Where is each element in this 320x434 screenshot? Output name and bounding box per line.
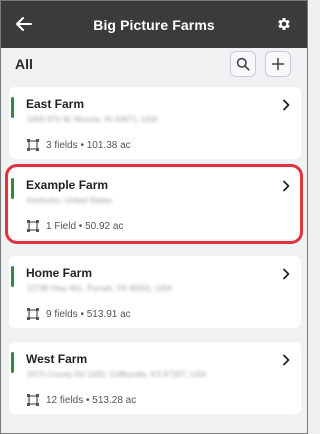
plus-icon <box>271 57 285 71</box>
farm-meta: 12 fields • 513.28 ac <box>26 393 136 407</box>
list-toolbar: All <box>1 48 307 84</box>
farm-card[interactable]: East Farm 1900 870 W, Muncie, IN 43971, … <box>9 87 301 159</box>
farm-card[interactable]: Example Farm Kentucky, United States 1 F… <box>9 168 301 239</box>
arrow-left-icon <box>16 17 32 31</box>
farm-address: 2470 County Rd 1000, Coffeyville, KS 673… <box>27 370 207 379</box>
farm-name: East Farm <box>26 97 85 111</box>
farm-name: Home Farm <box>26 266 93 280</box>
field-boundary-icon <box>27 220 39 232</box>
farm-address: 12790 Hwy 401, Purcell, TN 38201, USA <box>27 284 172 293</box>
farm-meta: 1 Field • 50.92 ac <box>26 219 123 233</box>
search-button[interactable] <box>230 51 256 77</box>
search-icon <box>236 57 250 71</box>
app-frame: Big Picture Farms All East Farm 1900 870… <box>0 0 308 434</box>
farm-accent-bar <box>11 266 14 287</box>
filter-label: All <box>15 56 33 72</box>
page-title: Big Picture Farms <box>93 16 215 33</box>
field-boundary-icon <box>27 308 39 320</box>
farm-name: Example Farm <box>26 178 109 192</box>
chevron-right-icon <box>283 180 290 192</box>
farm-card[interactable]: Home Farm 12790 Hwy 401, Purcell, TN 382… <box>9 256 301 328</box>
chevron-right-icon <box>283 354 290 366</box>
farm-meta: 3 fields • 101.38 ac <box>26 138 131 152</box>
farm-accent-bar <box>11 178 14 199</box>
farm-address: 1900 870 W, Muncie, IN 43971, USA <box>27 115 158 124</box>
farm-field-summary: 1 Field • 50.92 ac <box>46 220 124 232</box>
farm-field-summary: 9 fields • 513.91 ac <box>46 308 131 320</box>
farm-meta: 9 fields • 513.91 ac <box>26 307 131 321</box>
settings-button[interactable] <box>273 13 295 35</box>
chevron-right-icon <box>283 99 290 111</box>
farm-field-summary: 12 fields • 513.28 ac <box>46 394 137 406</box>
field-boundary-icon <box>27 394 39 406</box>
farm-address: Kentucky, United States <box>27 196 112 205</box>
farm-field-summary: 3 fields • 101.38 ac <box>46 139 131 151</box>
farm-accent-bar <box>11 352 14 373</box>
chevron-right-icon <box>283 268 290 280</box>
farm-accent-bar <box>11 97 14 118</box>
back-button[interactable] <box>13 13 35 35</box>
farm-card[interactable]: West Farm 2470 County Rd 1000, Coffeyvil… <box>9 342 301 414</box>
add-farm-button[interactable] <box>265 51 291 77</box>
gear-icon <box>278 18 290 30</box>
field-boundary-icon <box>27 139 39 151</box>
farm-name: West Farm <box>26 352 88 366</box>
app-bar: Big Picture Farms <box>1 1 307 48</box>
